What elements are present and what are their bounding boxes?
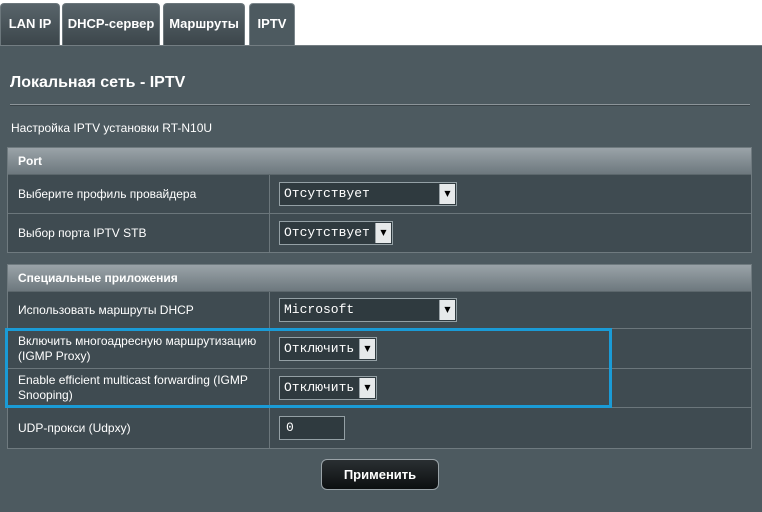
igmp-proxy-select[interactable]: Отключить ▼ xyxy=(279,336,377,361)
tab-bar: LAN IP DHCP-сервер Маршруты IPTV xyxy=(0,0,762,45)
chevron-down-icon[interactable]: ▼ xyxy=(359,378,375,398)
udpxy-label: UDP-прокси (Udpxy) xyxy=(8,408,270,448)
tab-iptv[interactable]: IPTV xyxy=(249,3,295,45)
provider-profile-label: Выберите профиль провайдера xyxy=(8,175,270,213)
apply-button[interactable]: Применить xyxy=(321,459,439,490)
port-section: Port Выберите профиль провайдера Отсутст… xyxy=(7,147,752,253)
igmp-snooping-label: Enable efficient multicast forwarding (I… xyxy=(8,369,270,407)
row-dhcp-routes: Использовать маршруты DHCP Microsoft ▼ xyxy=(8,292,751,329)
chevron-down-icon[interactable]: ▼ xyxy=(439,300,455,320)
tab-routes[interactable]: Маршруты xyxy=(163,3,245,45)
row-igmp-proxy: Включить многоадресную маршрутизацию (IG… xyxy=(8,329,751,369)
chevron-down-icon[interactable]: ▼ xyxy=(359,338,375,359)
page-title: Локальная сеть - IPTV xyxy=(10,74,186,91)
stb-port-value: Отсутствует xyxy=(284,225,370,240)
title-divider xyxy=(10,104,750,106)
page-subtitle: Настройка IPTV установки RT-N10U xyxy=(11,121,213,135)
stb-port-select[interactable]: Отсутствует ▼ xyxy=(279,221,393,245)
dhcp-routes-label: Использовать маршруты DHCP xyxy=(8,292,270,328)
stb-port-label: Выбор порта IPTV STB xyxy=(8,214,270,252)
row-provider-profile: Выберите профиль провайдера Отсутствует … xyxy=(8,175,751,214)
tab-dhcp-server[interactable]: DHCP-сервер xyxy=(62,3,160,45)
section-header-port: Port xyxy=(8,148,751,175)
igmp-proxy-value: Отключить xyxy=(284,340,355,356)
igmp-snooping-value: Отключить xyxy=(284,380,355,395)
dhcp-routes-select[interactable]: Microsoft ▼ xyxy=(279,298,457,322)
chevron-down-icon[interactable]: ▼ xyxy=(439,184,455,204)
chevron-down-icon[interactable]: ▼ xyxy=(375,223,391,243)
udpxy-input[interactable]: 0 xyxy=(279,416,345,440)
content-panel: Локальная сеть - IPTV Настройка IPTV уст… xyxy=(0,45,762,512)
tab-lan-ip[interactable]: LAN IP xyxy=(0,3,60,45)
provider-profile-value: Отсутствует xyxy=(284,186,370,201)
igmp-proxy-label: Включить многоадресную маршрутизацию (IG… xyxy=(8,329,270,368)
row-igmp-snooping: Enable efficient multicast forwarding (I… xyxy=(8,369,751,408)
igmp-snooping-select[interactable]: Отключить ▼ xyxy=(279,376,377,400)
provider-profile-select[interactable]: Отсутствует ▼ xyxy=(279,182,457,206)
special-apps-section: Специальные приложения Использовать марш… xyxy=(7,264,752,449)
row-udpxy: UDP-прокси (Udpxy) 0 xyxy=(8,408,751,448)
section-header-special-apps: Специальные приложения xyxy=(8,265,751,292)
row-stb-port: Выбор порта IPTV STB Отсутствует ▼ xyxy=(8,214,751,252)
dhcp-routes-value: Microsoft xyxy=(284,302,355,317)
